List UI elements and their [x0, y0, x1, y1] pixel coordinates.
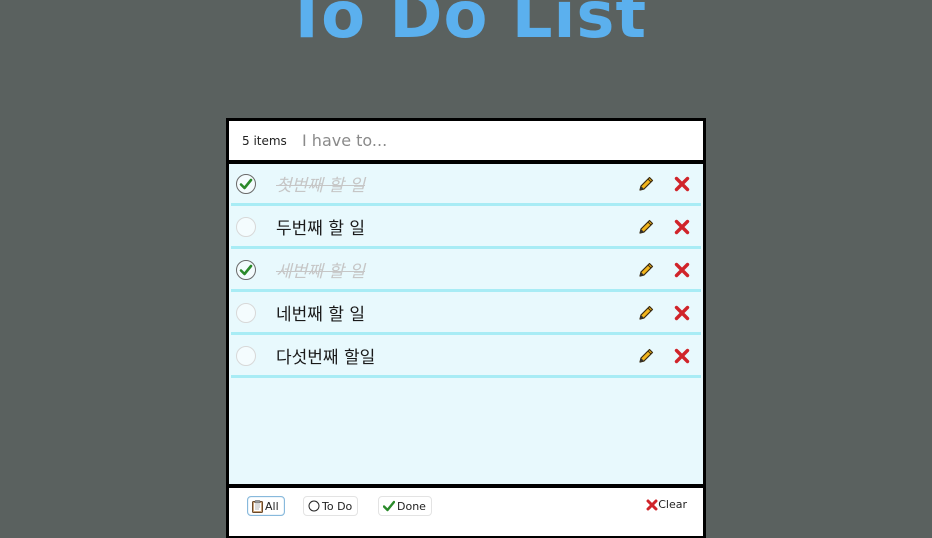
- todo-item: 네번째 할 일: [231, 293, 701, 333]
- todo-checkbox[interactable]: [236, 345, 256, 366]
- clipboard-icon: [252, 499, 263, 513]
- x-icon[interactable]: [673, 261, 691, 279]
- todo-text[interactable]: 다섯번째 할일: [276, 343, 637, 368]
- x-icon[interactable]: [673, 175, 691, 193]
- pencil-icon[interactable]: [637, 304, 655, 322]
- todo-text[interactable]: 세번째 할 일: [276, 257, 637, 282]
- clear-label: Clear: [658, 498, 687, 511]
- pencil-icon[interactable]: [637, 218, 655, 236]
- todo-list: 첫번째 할 일두번째 할 일세번째 할 일네번째 할 일다섯번째 할일: [229, 164, 703, 376]
- filter-todo-button[interactable]: To Do: [303, 496, 359, 516]
- todo-item: 두번째 할 일: [231, 207, 701, 247]
- todo-checkbox[interactable]: [236, 216, 256, 237]
- filter-all-button[interactable]: All: [247, 496, 285, 516]
- pencil-icon[interactable]: [637, 261, 655, 279]
- check-icon: [239, 178, 253, 189]
- filter-todo-label: To Do: [322, 499, 353, 513]
- todo-text[interactable]: 첫번째 할 일: [276, 171, 637, 196]
- pencil-icon[interactable]: [637, 347, 655, 365]
- todo-checkbox[interactable]: [236, 173, 256, 194]
- todo-header: 5 items: [229, 121, 703, 160]
- x-icon[interactable]: [673, 347, 691, 365]
- filter-done-label: Done: [397, 499, 426, 513]
- clear-button[interactable]: Clear: [646, 498, 687, 511]
- x-icon[interactable]: [673, 304, 691, 322]
- todo-text[interactable]: 네번째 할 일: [276, 300, 637, 325]
- todo-checkbox[interactable]: [236, 259, 256, 280]
- item-count: 5 items: [242, 133, 287, 148]
- pencil-icon[interactable]: [637, 175, 655, 193]
- check-icon: [239, 264, 253, 275]
- new-todo-input[interactable]: [300, 130, 684, 151]
- todo-text[interactable]: 두번째 할 일: [276, 214, 637, 239]
- filter-done-button[interactable]: Done: [378, 496, 432, 516]
- todo-list-area: 첫번째 할 일두번째 할 일세번째 할 일네번째 할 일다섯번째 할일: [229, 163, 703, 484]
- todo-app: 5 items 첫번째 할 일두번째 할 일세번째 할 일네번째 할 일다섯번째…: [226, 118, 706, 538]
- x-icon: [646, 499, 658, 510]
- todo-item: 세번째 할 일: [231, 250, 701, 290]
- circle-icon: [308, 500, 320, 512]
- todo-checkbox[interactable]: [236, 302, 256, 323]
- x-icon[interactable]: [673, 218, 691, 236]
- todo-footer: All To Do Done Clear: [229, 487, 703, 536]
- todo-item: 첫번째 할 일: [231, 164, 701, 204]
- page-title: To Do List: [284, 0, 648, 53]
- check-icon: [383, 500, 395, 512]
- filter-all-label: All: [265, 499, 279, 513]
- todo-item: 다섯번째 할일: [231, 336, 701, 376]
